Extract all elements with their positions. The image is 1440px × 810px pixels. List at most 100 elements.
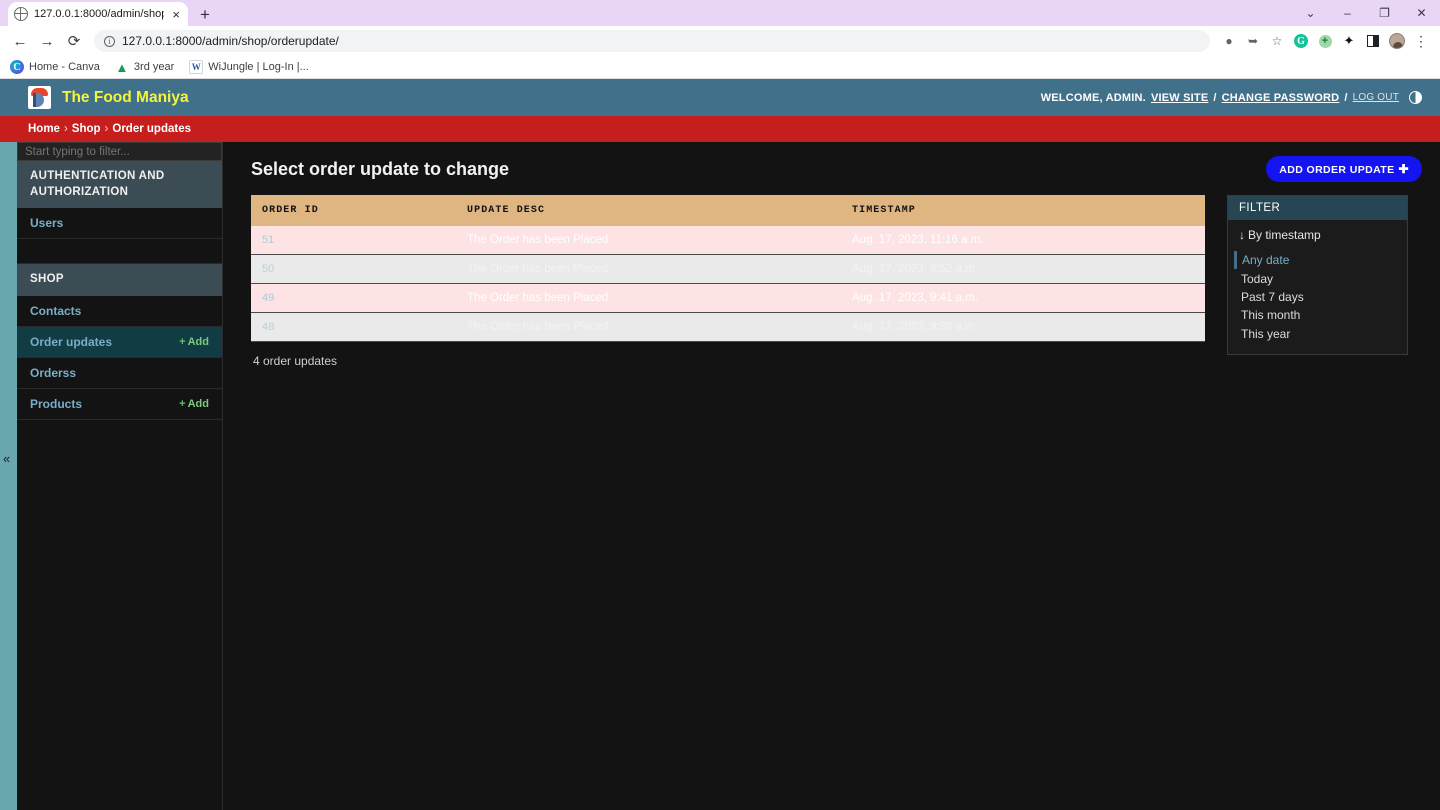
filter-option-past-7-days[interactable]: Past 7 days (1239, 288, 1396, 306)
grammarly-icon[interactable]: G (1290, 30, 1312, 52)
plus-icon: + (179, 335, 186, 348)
window-controls: ⌄ – ❐ ✕ (1292, 0, 1440, 26)
admin-header: The Food Maniya WELCOME, ADMIN. VIEW SIT… (0, 79, 1440, 116)
close-window-button[interactable]: ✕ (1403, 0, 1440, 26)
change-password-link[interactable]: CHANGE PASSWORD (1222, 92, 1340, 104)
paginator-count: 4 order updates (253, 354, 338, 368)
filter-group-label[interactable]: ↓ By timestamp (1239, 228, 1396, 242)
log-out-link[interactable]: LOG OUT (1353, 92, 1399, 103)
column-header-order-id[interactable]: ORDER ID (251, 195, 456, 226)
kebab-menu-icon[interactable]: ⋮ (1410, 30, 1432, 52)
admin-content: Select order update to change ADD ORDER … (223, 142, 1440, 810)
cell-timestamp: Aug. 17, 2023, 11:16 a.m. (841, 226, 1205, 255)
table-row[interactable]: 50 The Order has been Placed Aug. 17, 20… (251, 254, 1205, 284)
bookmark-star-icon[interactable]: ☆ (1266, 30, 1288, 52)
filter-option-any-date[interactable]: Any date (1234, 251, 1396, 270)
profile-avatar-icon[interactable] (1386, 30, 1408, 52)
user-tools: WELCOME, ADMIN. VIEW SITE / CHANGE PASSW… (1041, 91, 1422, 104)
add-button-label: ADD ORDER UPDATE (1279, 164, 1395, 176)
share-icon[interactable]: ➥ (1242, 30, 1264, 52)
add-label: Add (187, 335, 209, 348)
wijungle-icon: W (189, 60, 204, 74)
minimize-button[interactable]: – (1329, 0, 1366, 26)
add-order-update-link[interactable]: + Add (179, 336, 209, 348)
model-label: Orderss (30, 365, 77, 380)
add-label: Add (187, 397, 209, 410)
sidebar-filter-input[interactable] (17, 142, 222, 161)
app-section-title-shop: SHOP (17, 264, 222, 296)
filter-option-this-month[interactable]: This month (1239, 306, 1396, 324)
chevron-down-icon[interactable]: ⌄ (1292, 0, 1329, 26)
add-order-update-button[interactable]: ADD ORDER UPDATE ✚ (1266, 156, 1422, 182)
add-extension-icon[interactable]: + (1314, 30, 1336, 52)
branding[interactable]: The Food Maniya (28, 86, 189, 109)
content-columns: ORDER ID UPDATE DESC TIMESTAMP 51 The Or… (251, 195, 1422, 380)
forward-icon[interactable]: → (35, 29, 59, 53)
order-updates-table: ORDER ID UPDATE DESC TIMESTAMP 51 The Or… (251, 195, 1205, 342)
bookmark-label: WiJungle | Log-In |... (208, 61, 309, 73)
sidebar-item-contacts[interactable]: Contacts (17, 295, 222, 327)
order-id-link[interactable]: 48 (262, 321, 274, 333)
table-row[interactable]: 51 The Order has been Placed Aug. 17, 20… (251, 226, 1205, 255)
breadcrumb-current: Order updates (112, 123, 191, 135)
cell-timestamp: Aug. 17, 2023, 9:41 a.m. (841, 283, 1205, 313)
cell-timestamp: Aug. 17, 2023, 9:38 a.m. (841, 312, 1205, 342)
square-glyph (1367, 35, 1379, 47)
maximize-button[interactable]: ❐ (1366, 0, 1403, 26)
filter-option-this-year[interactable]: This year (1239, 325, 1396, 343)
tab-title: 127.0.0.1:8000/admin/shop/orde (34, 8, 165, 20)
cell-order-id: 48 (251, 312, 456, 342)
back-icon[interactable]: ← (8, 29, 32, 53)
sidebar-item-orderss[interactable]: Orderss (17, 357, 222, 389)
filter-group-text: By timestamp (1248, 228, 1321, 242)
breadcrumb-shop[interactable]: Shop (72, 123, 101, 135)
cell-order-id: 51 (251, 226, 456, 255)
site-info-icon[interactable]: i (104, 35, 115, 47)
sidebar-item-users[interactable]: Users (17, 208, 222, 240)
browser-tab-strip: 127.0.0.1:8000/admin/shop/orde × + ⌄ – ❐… (0, 0, 1440, 26)
cell-order-id: 50 (251, 254, 456, 284)
sidebar-item-order-updates[interactable]: Order updates + Add (17, 326, 222, 358)
cell-update-desc: The Order has been Placed (456, 312, 841, 342)
add-product-link[interactable]: + Add (179, 398, 209, 410)
theme-toggle-icon[interactable] (1409, 91, 1422, 104)
breadcrumb-home[interactable]: Home (28, 123, 60, 135)
view-site-link[interactable]: VIEW SITE (1151, 92, 1208, 104)
puzzle-icon[interactable]: ✦ (1338, 30, 1360, 52)
globe-icon (14, 7, 28, 21)
bookmark-item[interactable]: W WiJungle | Log-In |... (189, 60, 309, 74)
content-header: Select order update to change ADD ORDER … (251, 156, 1422, 182)
browser-tab[interactable]: 127.0.0.1:8000/admin/shop/orde × (8, 2, 188, 26)
table-row[interactable]: 49 The Order has been Placed Aug. 17, 20… (251, 283, 1205, 313)
app-section-title-auth: AUTHENTICATION AND AUTHORIZATION (17, 161, 222, 209)
filter-option-today[interactable]: Today (1239, 269, 1396, 287)
location-pin-icon[interactable]: ● (1218, 30, 1240, 52)
django-admin-page: The Food Maniya WELCOME, ADMIN. VIEW SIT… (0, 79, 1440, 810)
breadcrumb-separator: › (104, 123, 109, 135)
address-bar[interactable]: i 127.0.0.1:8000/admin/shop/orderupdate/ (94, 30, 1210, 52)
order-id-link[interactable]: 50 (262, 263, 274, 275)
grammarly-glyph: G (1294, 34, 1308, 48)
table-row[interactable]: 48 The Order has been Placed Aug. 17, 20… (251, 312, 1205, 342)
bookmark-label: 3rd year (133, 61, 175, 73)
sidebar-item-products[interactable]: Products + Add (17, 388, 222, 420)
filter-group-timestamp: ↓ By timestamp Any date Today Past 7 days… (1228, 220, 1407, 354)
order-id-link[interactable]: 49 (262, 292, 274, 304)
admin-sidebar: AUTHENTICATION AND AUTHORIZATION Users S… (17, 142, 223, 810)
cell-order-id: 49 (251, 283, 456, 313)
cell-timestamp: Aug. 17, 2023, 9:52 a.m. (841, 254, 1205, 284)
order-id-link[interactable]: 51 (262, 234, 274, 246)
new-tab-button[interactable]: + (200, 6, 210, 23)
browser-toolbar-icons: ● ➥ ☆ G + ✦ ⋮ (1218, 30, 1432, 52)
bookmark-item[interactable]: ▲ 3rd year (115, 60, 175, 75)
model-label: Order updates (30, 334, 113, 349)
split-screen-icon[interactable] (1362, 30, 1384, 52)
collapse-sidebar-icon[interactable]: « (3, 452, 10, 465)
browser-navigation-bar: ← → ⟳ i 127.0.0.1:8000/admin/shop/orderu… (0, 26, 1440, 56)
bookmark-item[interactable]: C Home - Canva (10, 60, 100, 74)
column-header-timestamp[interactable]: TIMESTAMP (841, 195, 1205, 226)
column-header-update-desc[interactable]: UPDATE DESC (456, 195, 841, 226)
close-icon[interactable]: × (170, 8, 182, 21)
reload-icon[interactable]: ⟳ (62, 29, 86, 53)
avatar (1389, 33, 1405, 49)
